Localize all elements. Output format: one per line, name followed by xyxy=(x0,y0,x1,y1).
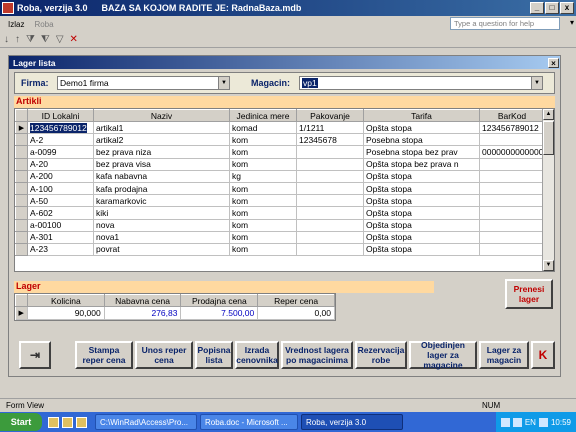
status-bar: Form View NUM xyxy=(0,398,576,412)
db-info: BAZA SA KOJOM RADITE JE: RadnaBaza.mdb xyxy=(101,3,302,13)
artikli-grid[interactable]: ID Lokalni Naziv Jedinica mere Pakovanje… xyxy=(14,108,555,272)
col-prodajna-cena[interactable]: Prodajna cena xyxy=(180,294,259,307)
table-row[interactable]: A-301 nova1 kom Opšta stopa xyxy=(15,230,545,244)
firma-label: Firma: xyxy=(21,78,49,88)
exit-door-icon[interactable]: ⇥ xyxy=(19,341,51,369)
table-row[interactable]: a-00100 nova kom Opšta stopa xyxy=(15,218,545,232)
clock: 10:59 xyxy=(550,417,571,427)
objedinjen-lager-button[interactable]: Objedinjen lager za magacine xyxy=(409,340,477,370)
child-title: Lager lista xyxy=(13,57,56,68)
maximize-button[interactable]: □ xyxy=(545,2,559,14)
lager-za-magacin-button[interactable]: Lager za magacin xyxy=(479,341,529,369)
help-dropdown-icon[interactable]: ▾ xyxy=(570,18,574,27)
table-row[interactable]: A-2 artikal2 kom 12345678 Posebna stopa xyxy=(15,133,545,147)
tray-icon[interactable] xyxy=(500,417,510,427)
col-pakovanje[interactable]: Pakovanje xyxy=(296,109,364,122)
quicklaunch-icon[interactable] xyxy=(76,416,87,428)
language-indicator[interactable]: EN xyxy=(525,418,536,427)
table-row[interactable]: A-200 kafa nabavna kg Opšta stopa xyxy=(15,169,545,183)
start-button[interactable]: Start xyxy=(0,413,42,431)
col-barkod[interactable]: BarKod xyxy=(479,109,545,122)
table-row[interactable]: ▶ 90,000 276,83 7.500,00 0,00 xyxy=(15,306,335,320)
artikli-scrollbar[interactable]: ▲ ▼ xyxy=(542,109,554,271)
row-selector-header xyxy=(15,109,28,122)
lager-lista-window: Lager lista × Firma: Demo1 firma ▼ Magac… xyxy=(8,55,561,377)
table-row[interactable]: ▶ 123456789012 artikal1 komad 1/1211 Opšta st… xyxy=(15,120,545,135)
remove-filter-icon[interactable]: ✕ xyxy=(70,34,78,45)
help-search-input[interactable]: Type a question for help xyxy=(450,17,560,30)
table-row[interactable]: A-20 bez prava visa kom Opšta stopa bez pra… xyxy=(15,157,545,171)
firma-select[interactable]: Demo1 firma ▼ xyxy=(57,76,230,90)
taskbar-item-active[interactable]: Roba, verzija 3.0 xyxy=(301,414,403,430)
status-num: NUM xyxy=(482,401,501,410)
firma-value: Demo1 firma xyxy=(60,78,109,88)
lager-header: Lager xyxy=(14,281,434,293)
k-button[interactable]: K xyxy=(531,341,555,369)
current-row-icon[interactable]: ▶ xyxy=(15,120,28,135)
rezervacija-robe-button[interactable]: Rezervacija robe xyxy=(355,341,407,369)
lager-grid[interactable]: Kolicina Nabavna cena Prodajna cena Repe… xyxy=(14,293,336,321)
col-jedinica-mere[interactable]: Jedinica mere xyxy=(229,109,297,122)
col-nabavna-cena[interactable]: Nabavna cena xyxy=(103,294,182,307)
menu-roba[interactable]: Roba xyxy=(34,20,53,29)
taskbar-item[interactable]: C:\WinRad\Access\Pro... xyxy=(95,414,197,430)
child-close-button[interactable]: × xyxy=(548,57,559,68)
vrednost-lagera-button[interactable]: Vrednost lagera po magacinima xyxy=(281,341,353,369)
lager-label: Lager xyxy=(16,281,41,291)
tray-icon[interactable] xyxy=(538,417,548,427)
filter-form-icon[interactable]: ⧨ xyxy=(41,34,50,45)
table-row[interactable]: A-100 kafa prodajna kom Opšta stopa xyxy=(15,181,545,196)
chevron-down-icon[interactable]: ▼ xyxy=(218,77,229,89)
system-tray: EN 10:59 xyxy=(495,412,576,432)
sort-ascending-icon[interactable]: ↓ xyxy=(4,34,9,45)
current-row-icon[interactable]: ▶ xyxy=(15,306,28,320)
table-row[interactable]: A-23 povrat kom Opšta stopa xyxy=(15,242,545,257)
menu-bar: Izlaz Roba Type a question for help ▾ xyxy=(0,16,576,32)
col-id-lokalni[interactable]: ID Lokalni xyxy=(27,109,94,122)
scroll-thumb[interactable] xyxy=(543,121,554,155)
app-icon xyxy=(2,2,14,14)
magacin-label: Magacin: xyxy=(251,78,291,88)
app-title: Roba, verzija 3.0 xyxy=(17,3,88,13)
unos-reper-cena-button[interactable]: Unos reper cena xyxy=(135,341,193,369)
minimize-button[interactable]: _ xyxy=(530,2,544,14)
quicklaunch-icon[interactable] xyxy=(62,416,73,428)
stampa-reper-cena-button[interactable]: Stampa reper cena xyxy=(75,341,133,369)
table-row[interactable]: A-50 karamarkovic kom Opšta stopa xyxy=(15,194,545,208)
popisna-lista-button[interactable]: Popisna lista xyxy=(195,341,233,369)
izrada-cenovnika-button[interactable]: Izrada cenovnika xyxy=(235,341,279,369)
sort-descending-icon[interactable]: ↑ xyxy=(15,34,20,45)
chevron-down-icon[interactable]: ▼ xyxy=(531,77,542,89)
apply-filter-icon[interactable]: ▽ xyxy=(56,34,64,45)
col-kolicina[interactable]: Kolicina xyxy=(26,294,105,307)
scroll-up-icon[interactable]: ▲ xyxy=(543,109,554,120)
child-titlebar: Lager lista × xyxy=(9,56,560,69)
col-reper-cena[interactable]: Reper cena xyxy=(257,294,335,307)
col-naziv[interactable]: Naziv xyxy=(93,109,230,122)
quick-launch xyxy=(42,416,92,428)
tray-icon[interactable] xyxy=(512,417,522,427)
status-form-view: Form View xyxy=(6,401,45,410)
filter-selection-icon[interactable]: ⧩ xyxy=(26,34,35,45)
magacin-select[interactable]: vp1 ▼ xyxy=(299,76,543,90)
quicklaunch-icon[interactable] xyxy=(48,416,59,428)
taskbar-item[interactable]: Roba.doc - Microsoft ... xyxy=(200,414,298,430)
magacin-value: vp1 xyxy=(302,78,318,88)
table-row[interactable]: A-602 kiki kom Opšta stopa xyxy=(15,206,545,220)
taskbar: Start C:\WinRad\Access\Pro... Roba.doc -… xyxy=(0,412,576,432)
close-button[interactable]: x xyxy=(560,2,574,14)
scroll-down-icon[interactable]: ▼ xyxy=(543,260,554,271)
filter-bar: Firma: Demo1 firma ▼ Magacin: vp1 ▼ xyxy=(14,72,555,94)
menu-izlaz[interactable]: Izlaz xyxy=(8,20,24,29)
col-tarifa[interactable]: Tarifa xyxy=(363,109,480,122)
artikli-header: Artikli xyxy=(14,96,555,108)
prenesi-lager-button[interactable]: Prenesi lager xyxy=(505,279,553,309)
table-row[interactable]: a-0099 bez prava niza kom Posebna stopa bez… xyxy=(15,145,545,159)
artikli-label: Artikli xyxy=(16,96,42,106)
app-titlebar: Roba, verzija 3.0 BAZA SA KOJOM RADITE J… xyxy=(0,0,576,16)
toolbar: ↓ ↑ ⧩ ⧨ ▽ ✕ xyxy=(0,32,576,48)
